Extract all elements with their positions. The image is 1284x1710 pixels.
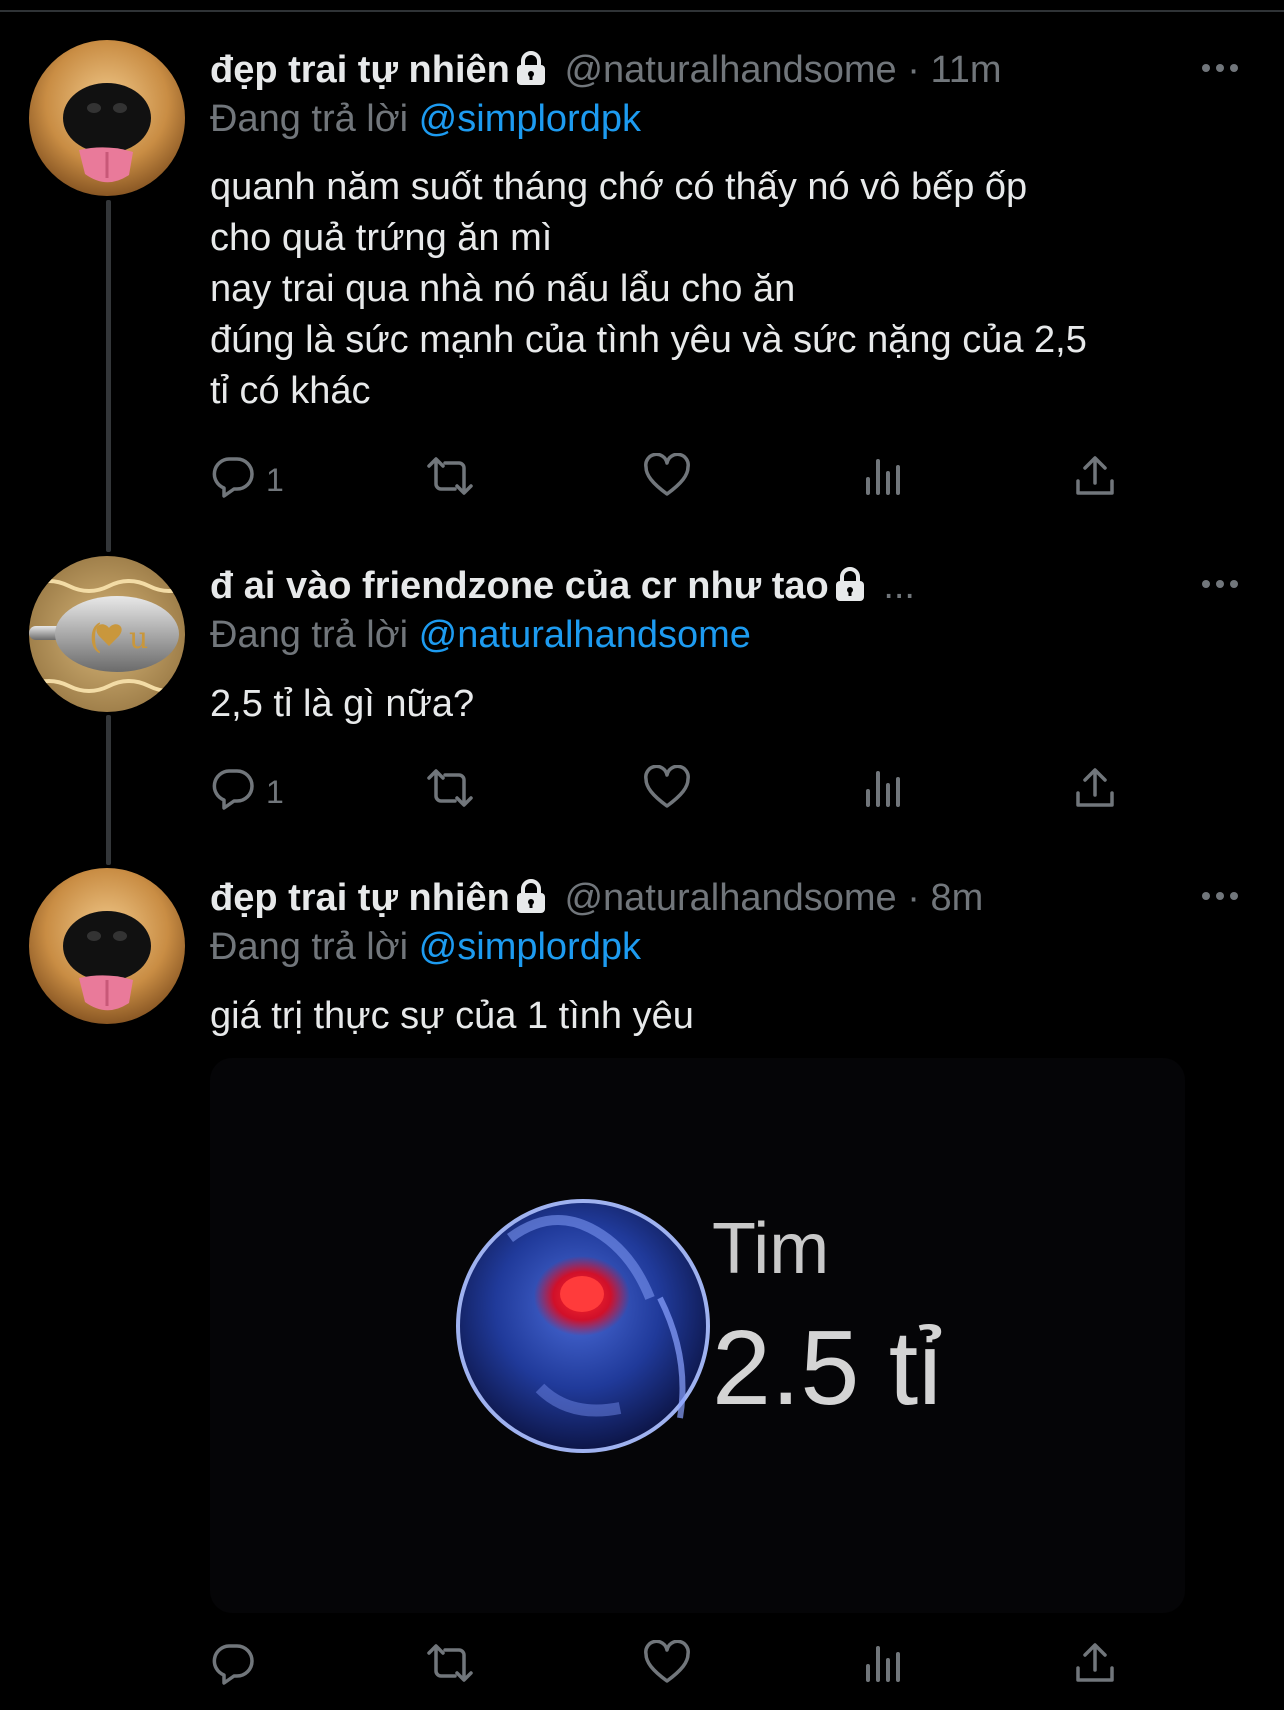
- retweet-icon: [423, 453, 477, 507]
- reply-button[interactable]: 1: [210, 455, 284, 505]
- retweet-button[interactable]: [423, 767, 477, 817]
- lock-icon: [514, 878, 548, 924]
- like-icon: [642, 764, 692, 819]
- handle[interactable]: @naturalhandsome: [564, 49, 896, 91]
- tweet-text-line: giá trị thực sự của 1 tình yêu: [210, 995, 694, 1037]
- share-icon: [1072, 453, 1118, 507]
- lock-icon: [514, 50, 548, 96]
- more-icon[interactable]: [1198, 58, 1242, 83]
- tweet-text-line: quanh năm suốt tháng chớ có thấy nó vô b…: [210, 166, 1028, 208]
- avatar-spoon[interactable]: ( u: [29, 556, 185, 712]
- separator: ·: [907, 877, 920, 919]
- replying-to-label: Đang trả lời: [210, 614, 409, 656]
- timestamp[interactable]: 11m: [930, 49, 1001, 91]
- replying-to: Đang trả lời @simplordpk: [210, 97, 641, 141]
- lock-icon: [833, 566, 867, 612]
- replying-to: Đang trả lời @simplordpk: [210, 925, 641, 969]
- timestamp[interactable]: 8m: [930, 877, 983, 919]
- share-button[interactable]: [1072, 1642, 1118, 1692]
- reply-button[interactable]: [210, 1642, 256, 1692]
- reply-button[interactable]: 1: [210, 767, 284, 817]
- like-icon: [642, 452, 692, 507]
- avatar-dog[interactable]: [29, 40, 185, 196]
- tweet-text: giá trị thực sự của 1 tình yêu: [210, 991, 1230, 1042]
- tweet-text-line: tỉ có khác: [210, 370, 371, 412]
- tweet-text-line: cho quả trứng ăn mì: [210, 217, 553, 259]
- thread-line: [106, 715, 111, 865]
- like-button[interactable]: [642, 452, 692, 507]
- views-button[interactable]: [862, 455, 906, 505]
- tweet-text-line: đúng là sức mạnh của tình yêu và sức nặn…: [210, 319, 1087, 361]
- like-icon: [642, 1639, 692, 1694]
- share-icon: [1072, 1640, 1118, 1694]
- display-name[interactable]: đ ai vào friendzone của cr như tao: [210, 565, 829, 607]
- more-icon[interactable]: [1198, 574, 1242, 599]
- replying-to-label: Đang trả lời: [210, 98, 409, 140]
- share-button[interactable]: [1072, 455, 1118, 505]
- views-icon: [862, 765, 906, 819]
- reply-icon: [210, 1640, 256, 1694]
- tweet-text: quanh năm suốt tháng chớ có thấy nó vô b…: [210, 162, 1230, 417]
- reply-icon: [210, 453, 256, 507]
- truncation: ...: [883, 565, 915, 607]
- action-bar: [210, 1639, 1130, 1694]
- top-divider: [0, 10, 1284, 12]
- tweet-header: đẹp trai tự nhiên @naturalhandsome · 11m: [210, 48, 1002, 96]
- tweet-text-line: nay trai qua nhà nó nấu lẩu cho ăn: [210, 268, 796, 310]
- tweet-header: đẹp trai tự nhiên @naturalhandsome · 8m: [210, 876, 983, 924]
- reply-count: 1: [266, 461, 284, 498]
- retweet-button[interactable]: [423, 455, 477, 505]
- mention-link[interactable]: @simplordpk: [419, 926, 641, 968]
- tweet-text-line: 2,5 tỉ là gì nữa?: [210, 683, 475, 725]
- tweet-media-image[interactable]: Tim 2.5 tỉ: [210, 1058, 1185, 1613]
- mention-link[interactable]: @naturalhandsome: [419, 614, 751, 656]
- views-button[interactable]: [862, 767, 906, 817]
- reply-icon: [210, 765, 256, 819]
- heart-organ-graphic: [456, 1199, 710, 1453]
- reply-count: 1: [266, 773, 284, 810]
- like-button[interactable]: [642, 1639, 692, 1694]
- svg-text:u: u: [129, 621, 148, 656]
- separator: ·: [907, 49, 920, 91]
- retweet-icon: [423, 765, 477, 819]
- handle[interactable]: @naturalhandsome: [564, 877, 896, 919]
- media-label: Tim: [712, 1209, 830, 1289]
- share-button[interactable]: [1072, 767, 1118, 817]
- display-name[interactable]: đẹp trai tự nhiên: [210, 49, 510, 91]
- replying-to-label: Đang trả lời: [210, 926, 409, 968]
- tweet-text: 2,5 tỉ là gì nữa?: [210, 679, 1230, 730]
- more-icon[interactable]: [1198, 886, 1242, 911]
- tweet-header: đ ai vào friendzone của cr như tao ...: [210, 564, 915, 612]
- views-icon: [862, 1640, 906, 1694]
- views-icon: [862, 453, 906, 507]
- views-button[interactable]: [862, 1642, 906, 1692]
- retweet-button[interactable]: [423, 1642, 477, 1692]
- replying-to: Đang trả lời @naturalhandsome: [210, 613, 751, 657]
- media-value: 2.5 tỉ: [712, 1309, 942, 1427]
- retweet-icon: [423, 1640, 477, 1694]
- display-name[interactable]: đẹp trai tự nhiên: [210, 877, 510, 919]
- like-button[interactable]: [642, 764, 692, 819]
- thread-line: [106, 200, 111, 552]
- share-icon: [1072, 765, 1118, 819]
- mention-link[interactable]: @simplordpk: [419, 98, 641, 140]
- action-bar: 1: [210, 452, 1130, 507]
- avatar-dog[interactable]: [29, 868, 185, 1024]
- action-bar: 1: [210, 764, 1130, 819]
